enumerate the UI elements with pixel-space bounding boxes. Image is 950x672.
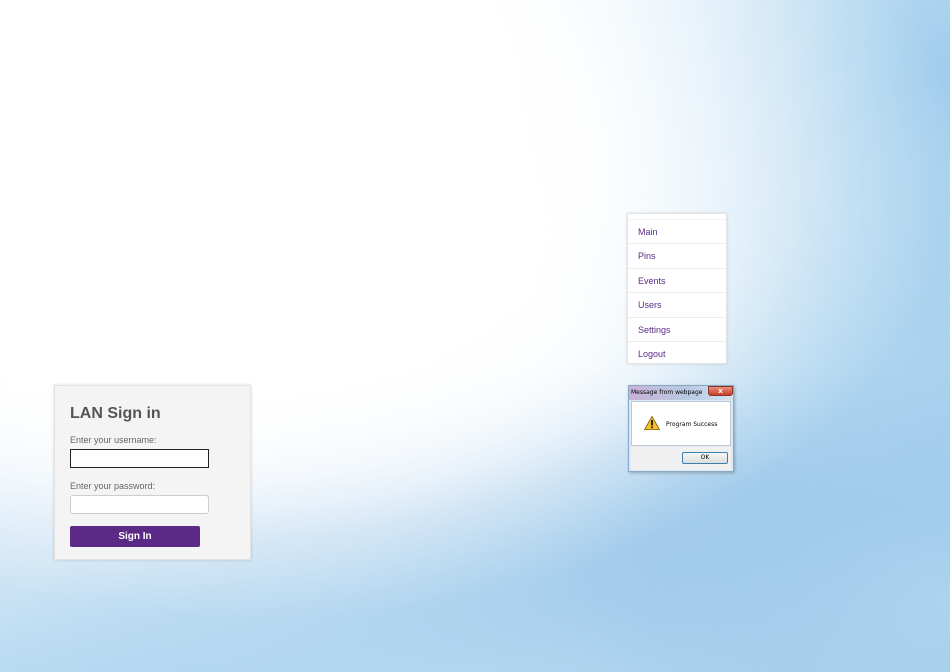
username-input[interactable] [70,449,209,468]
menu-item-main[interactable]: Main [628,219,726,243]
dialog-body: Program Success [631,401,731,446]
menu-item-events[interactable]: Events [628,267,726,292]
close-button[interactable]: x [708,386,733,396]
password-label: Enter your password: [70,481,156,491]
username-label: Enter your username: [70,435,157,445]
dialog-title: Message from webpage [631,389,703,396]
menu-item-pins[interactable]: Pins [628,243,726,267]
dialog-titlebar[interactable]: Message from webpage x [629,386,733,400]
nav-menu: Main Pins Events Users Settings Logout [627,213,727,364]
dialog-message: Program Success [666,421,718,428]
menu-item-logout[interactable]: Logout [628,340,726,365]
menu-item-settings[interactable]: Settings [628,316,726,341]
dialog-footer: OK [631,446,731,470]
login-title: LAN Sign in [70,405,161,422]
login-panel: LAN Sign in Enter your username: Enter y… [54,385,251,560]
background [0,0,950,672]
warning-icon [644,416,660,430]
password-input[interactable] [70,495,209,514]
alert-dialog: Message from webpage x Program Success O… [628,385,734,472]
ok-button[interactable]: OK [682,452,728,464]
sign-in-button[interactable]: Sign In [70,526,200,547]
menu-item-users[interactable]: Users [628,292,726,316]
